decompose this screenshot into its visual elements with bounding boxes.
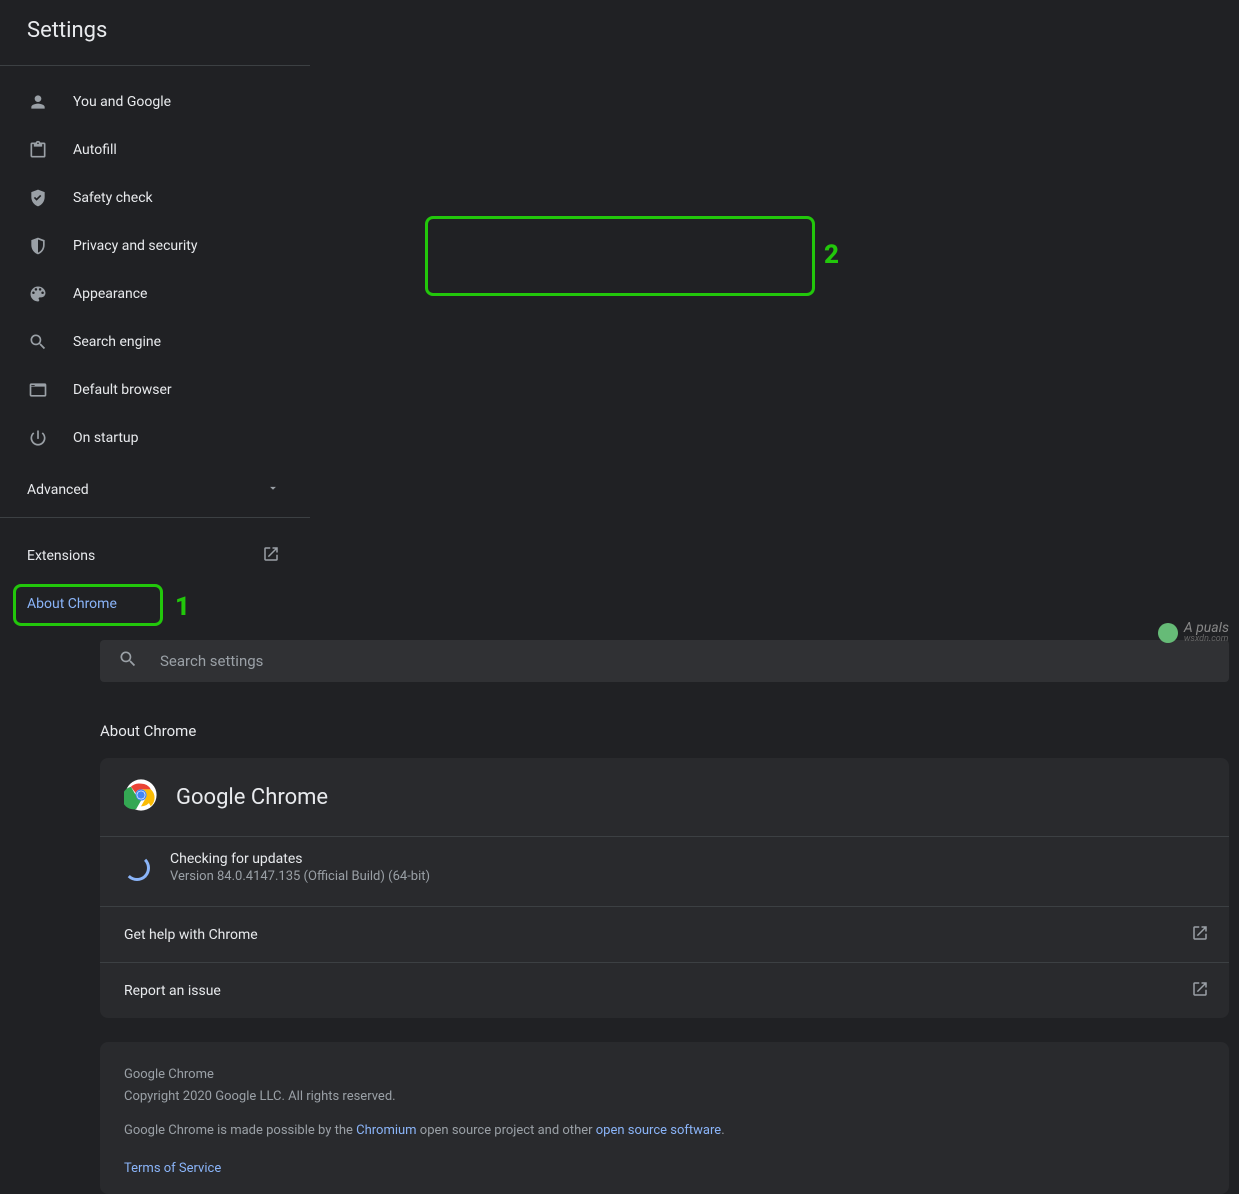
clipboard-icon — [27, 139, 49, 161]
sidebar-item-autofill[interactable]: Autofill — [0, 126, 310, 174]
sidebar-item-label: Safety check — [73, 190, 153, 206]
open-external-icon — [1191, 924, 1209, 946]
search-settings-box[interactable] — [100, 640, 1229, 682]
search-icon — [118, 649, 138, 673]
open-external-icon — [262, 545, 280, 567]
search-icon — [27, 331, 49, 353]
sidebar-item-label: Privacy and security — [73, 238, 197, 254]
sidebar-item-label: On startup — [73, 430, 139, 446]
open-external-icon — [1191, 980, 1209, 1002]
report-issue-row[interactable]: Report an issue — [100, 962, 1229, 1018]
chevron-down-icon — [266, 481, 280, 499]
watermark: A puals wsxdn.com — [1158, 621, 1229, 644]
sidebar-item-search-engine[interactable]: Search engine — [0, 318, 310, 366]
advanced-label: Advanced — [27, 482, 89, 498]
shield-icon — [27, 235, 49, 257]
product-name: Google Chrome — [176, 785, 328, 810]
page-title: About Chrome — [100, 722, 1229, 740]
extensions-label: Extensions — [27, 548, 95, 564]
sidebar-item-you-and-google[interactable]: You and Google — [0, 78, 310, 126]
loading-spinner-icon — [124, 855, 150, 881]
sidebar-item-default-browser[interactable]: Default browser — [0, 366, 310, 414]
sidebar: Settings You and Google Autofill Safety … — [0, 0, 310, 628]
settings-title: Settings — [0, 18, 310, 66]
chromium-link[interactable]: Chromium — [356, 1123, 416, 1138]
tos-link[interactable]: Terms of Service — [124, 1161, 221, 1176]
sidebar-item-privacy[interactable]: Privacy and security — [0, 222, 310, 270]
sidebar-item-label: Autofill — [73, 142, 117, 158]
sidebar-item-appearance[interactable]: Appearance — [0, 270, 310, 318]
sidebar-item-about-chrome[interactable]: About Chrome — [0, 580, 310, 628]
search-input[interactable] — [160, 652, 1211, 670]
get-help-label: Get help with Chrome — [124, 927, 258, 943]
browser-icon — [27, 379, 49, 401]
sidebar-item-label: Default browser — [73, 382, 172, 398]
sidebar-item-label: You and Google — [73, 94, 171, 110]
footer-product-name: Google Chrome — [124, 1064, 1205, 1086]
update-status-text: Checking for updates — [170, 851, 430, 867]
annotation-highlight-2 — [425, 216, 815, 296]
version-text: Version 84.0.4147.135 (Official Build) (… — [170, 869, 430, 884]
sidebar-item-extensions[interactable]: Extensions — [0, 532, 310, 580]
footer-attribution: Google Chrome is made possible by the Ch… — [124, 1120, 1205, 1142]
main-content: About Chrome Google Chrome — [0, 628, 1239, 1194]
oss-link[interactable]: open source software — [596, 1123, 721, 1138]
sidebar-item-label: Search engine — [73, 334, 161, 350]
annotation-label-2: 2 — [824, 240, 839, 270]
about-footer-card: Google Chrome Copyright 2020 Google LLC.… — [100, 1042, 1229, 1194]
chrome-logo-icon — [124, 778, 158, 816]
sidebar-item-safety-check[interactable]: Safety check — [0, 174, 310, 222]
person-icon — [27, 91, 49, 113]
sidebar-item-label: Appearance — [73, 286, 147, 302]
sidebar-advanced-toggle[interactable]: Advanced — [0, 462, 310, 518]
sidebar-item-on-startup[interactable]: On startup — [0, 414, 310, 462]
about-chrome-label: About Chrome — [27, 596, 117, 612]
about-card-header: Google Chrome — [100, 758, 1229, 836]
about-card: Google Chrome Checking for updates Versi… — [100, 758, 1229, 1018]
get-help-row[interactable]: Get help with Chrome — [100, 906, 1229, 962]
footer-copyright: Copyright 2020 Google LLC. All rights re… — [124, 1086, 1205, 1108]
report-issue-label: Report an issue — [124, 983, 221, 999]
palette-icon — [27, 283, 49, 305]
power-icon — [27, 427, 49, 449]
shield-check-icon — [27, 187, 49, 209]
update-status-row: Checking for updates Version 84.0.4147.1… — [100, 836, 1229, 906]
